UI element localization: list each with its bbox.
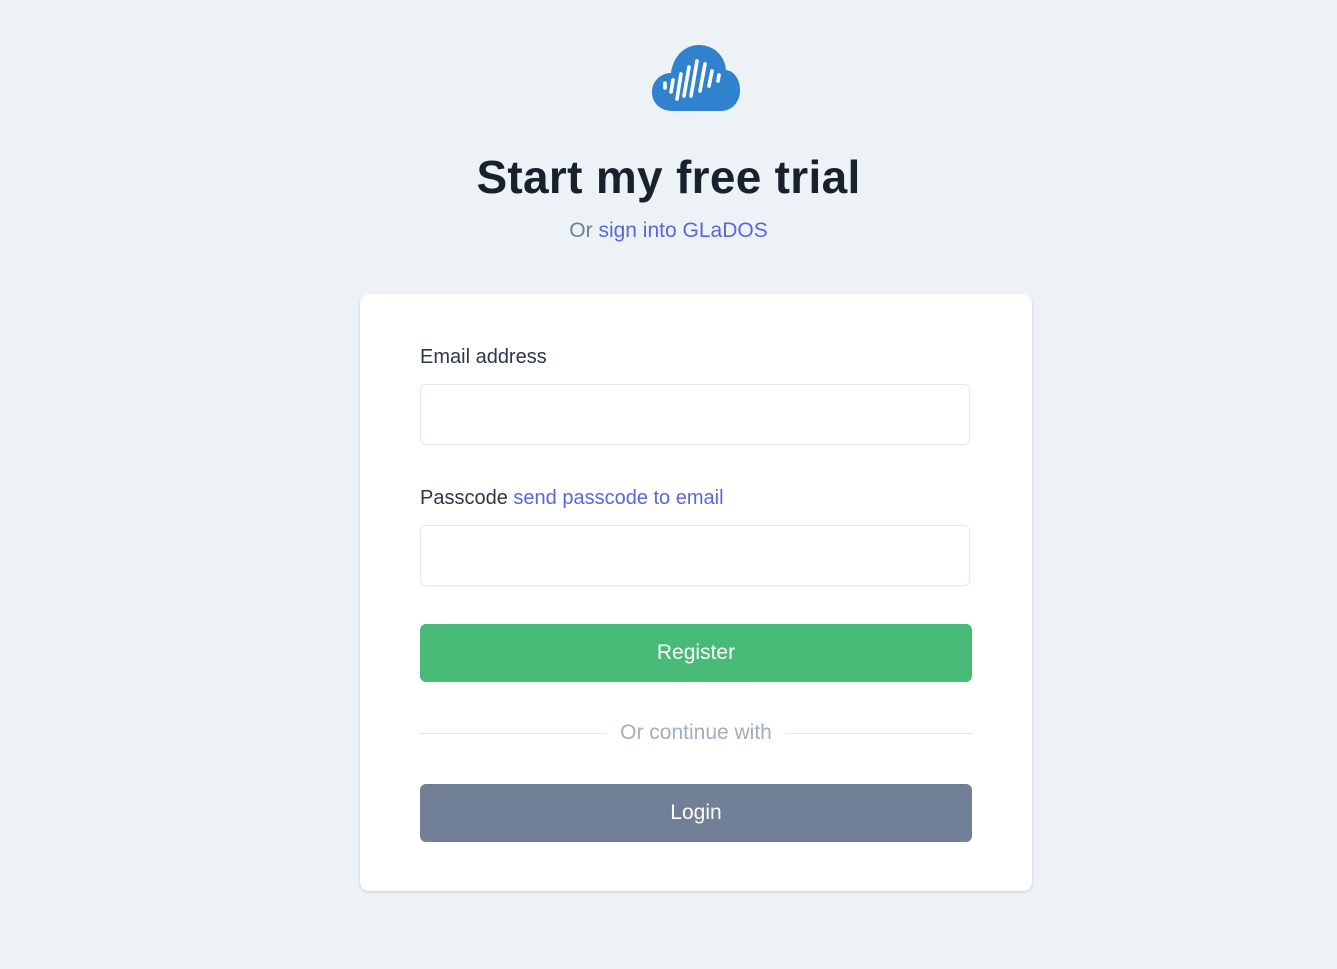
register-button[interactable]: Register xyxy=(420,624,972,682)
divider-text: Or continue with xyxy=(620,721,772,744)
passcode-label-row: Passcode send passcode to email xyxy=(420,484,724,512)
email-input[interactable] xyxy=(420,384,970,445)
page-title: Start my free trial xyxy=(476,151,861,203)
passcode-label: Passcode xyxy=(420,487,508,509)
sign-in-link[interactable]: sign into GLaDOS xyxy=(598,219,767,242)
continue-divider: Or continue with xyxy=(420,718,972,748)
divider-line-left xyxy=(420,732,607,734)
subtitle-prefix: Or xyxy=(569,219,593,242)
passcode-input[interactable] xyxy=(420,525,970,586)
send-passcode-link[interactable]: send passcode to email xyxy=(513,487,723,509)
cloud-logo-icon xyxy=(651,44,741,112)
email-label: Email address xyxy=(420,346,547,368)
divider-line-right xyxy=(785,732,972,734)
registration-card: Email address Passcode send passcode to … xyxy=(360,294,1032,891)
login-button[interactable]: Login xyxy=(420,784,972,842)
subtitle: Or sign into GLaDOS xyxy=(0,216,1337,246)
